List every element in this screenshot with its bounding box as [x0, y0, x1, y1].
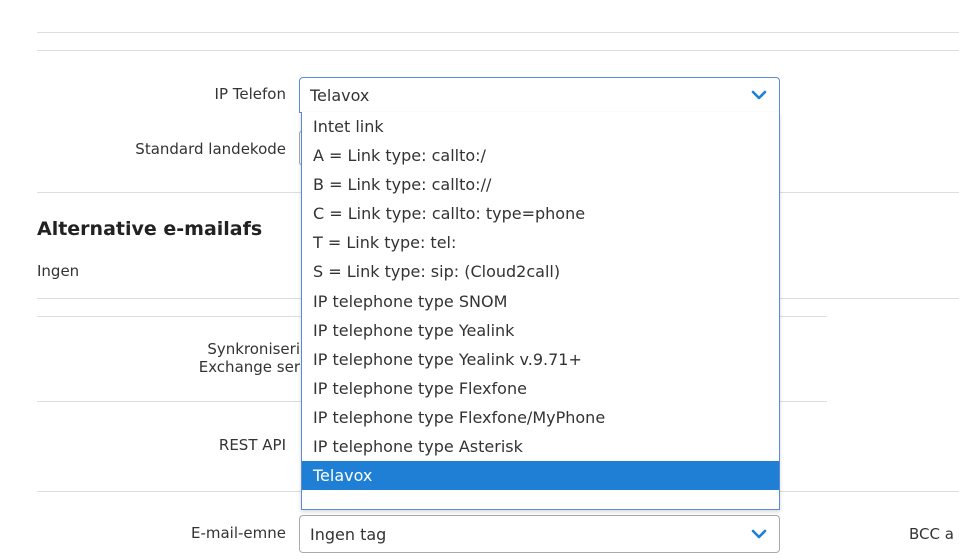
divider: [37, 50, 959, 51]
ip-phone-dropdown-list[interactable]: Intet link A = Link type: callto:/B = Lin…: [301, 112, 780, 510]
dropdown-option[interactable]: IP telephone type Yealink: [302, 316, 779, 345]
ip-phone-select-value: Telavox: [310, 85, 370, 105]
dropdown-option[interactable]: T = Link type: tel:: [302, 228, 779, 257]
ip-phone-select[interactable]: Telavox: [299, 77, 780, 113]
dropdown-option[interactable]: IP telephone type SNOM: [302, 287, 779, 316]
sync-label-line2: Exchange ser: [198, 358, 300, 376]
dropdown-option[interactable]: IP telephone type Asterisk: [302, 432, 779, 461]
email-subject-select[interactable]: Ingen tag: [299, 515, 780, 553]
email-subject-label: E-mail-emne: [190, 524, 286, 542]
country-code-label: Standard landekode: [135, 140, 286, 158]
dropdown-option[interactable]: IP telephone type Yealink v.9.71+: [302, 345, 779, 374]
rest-api-label: REST API: [218, 436, 286, 454]
alt-email-value: Ingen: [37, 262, 80, 280]
bcc-label: BCC a: [909, 525, 954, 543]
divider: [37, 32, 959, 33]
dropdown-option[interactable]: S = Link type: sip: (Cloud2call): [302, 257, 779, 286]
ip-phone-label: IP Telefon: [214, 85, 286, 103]
dropdown-option[interactable]: IP telephone type Flexfone: [302, 374, 779, 403]
alt-email-heading: Alternative e-mailafs: [37, 218, 263, 240]
chevron-down-icon: [751, 529, 767, 539]
dropdown-option[interactable]: B = Link type: callto://: [302, 170, 779, 199]
dropdown-option[interactable]: IP telephone type Flexfone/MyPhone: [302, 403, 779, 432]
dropdown-option[interactable]: C = Link type: callto: type=phone: [302, 199, 779, 228]
dropdown-option[interactable]: Intet link: [302, 112, 779, 141]
dropdown-option[interactable]: Telavox: [302, 461, 779, 491]
chevron-down-icon: [751, 90, 767, 100]
dropdown-option[interactable]: A = Link type: callto:/: [302, 141, 779, 170]
email-subject-value: Ingen tag: [310, 524, 387, 544]
sync-label-line1: Synkroniseri: [207, 340, 300, 358]
